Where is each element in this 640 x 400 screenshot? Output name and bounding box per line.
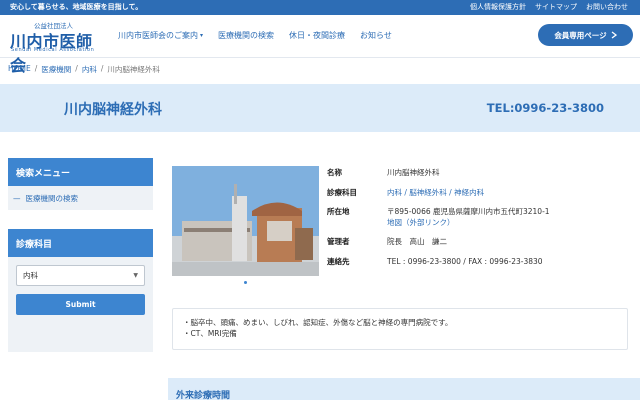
dept-box: 診療科目 内科 ▼ Submit [8,229,153,352]
note-line: ・脳卒中、頭痛、めまい、しびれ、認知症、外傷など脳と神経の専門病院です。 [183,318,453,327]
caret-down-icon: ▼ [133,272,138,279]
dept-body: 内科 ▼ Submit [8,257,153,352]
dept-select-value: 内科 [23,271,38,280]
nav-item-holiday[interactable]: 休日・夜間診療 [289,30,345,41]
info-value: 〒895-0066 鹿児島県薩摩川内市五代町3210-1 地図（外部リンク） [387,207,550,228]
info-label: 連絡先 [327,256,350,266]
info-label: 名称 [327,168,342,177]
logo-en: Sendai Medical Association [11,47,95,53]
tagline: 安心して暮らせる、地域医療を目指して。 [10,3,143,11]
info-value: 院長 高山 謙二 [387,237,447,246]
info-row-address: 所在地 〒895-0066 鹿児島県薩摩川内市五代町3210-1 地図（外部リン… [327,207,627,228]
breadcrumb-sep: / [75,64,78,73]
dept-title: 診療科目 [8,229,153,257]
info-label: 診療科目 [327,187,357,197]
info-label: 所在地 [327,207,350,216]
breadcrumb-sep: / [34,64,38,73]
caret-down-icon: ▾ [200,32,204,39]
breadcrumb-home[interactable]: HOME [8,64,31,75]
top-bar: 安心して暮らせる、地域医療を目指して。 個人情報保護方針 サイトマップ お問い合… [0,0,640,15]
search-menu-title: 検索メニュー [8,158,153,186]
sitemap-link[interactable]: サイトマップ [535,2,577,12]
notes-box: ・脳卒中、頭痛、めまい、しびれ、認知症、外傷など脳と神経の専門病院です。 ・CT… [172,308,628,350]
contact-link[interactable]: お問い合わせ [586,2,628,12]
info-row-contact: 連絡先 TEL : 0996-23-3800 / FAX : 0996-23-3… [327,257,627,268]
page-title: 川内脳神経外科 [64,102,162,118]
page-tel: TEL:0996-23-3800 [486,101,604,115]
dept-select[interactable]: 内科 ▼ [16,265,145,286]
hours-title: 外来診療時間 [176,391,231,400]
breadcrumb: HOME / 医療機関 / 内科 / 川内脳神経外科 [8,64,160,75]
nav-item-news[interactable]: お知らせ [360,30,392,41]
breadcrumb-current: 川内脳神経外科 [107,65,160,74]
breadcrumb-internal[interactable]: 内科 [82,64,97,75]
privacy-policy-link[interactable]: 個人情報保護方針 [470,2,526,12]
info-table: 名称 川内脳神経外科 診療科目 内科 / 脳神経外科 / 神経内科 所在地 〒8… [327,168,627,276]
carousel-dot[interactable] [244,281,247,284]
clinic-photo [172,166,319,276]
dash-icon: — [13,193,21,203]
global-nav: 川内市医師会のご案内 ▾ 医療機関の検索 休日・夜間診療 お知らせ [118,30,407,41]
site-logo[interactable]: 公益社団法人 川内市医師会 Sendai Medical Association [10,20,102,75]
hours-section: 外来診療時間 [168,378,640,400]
nav-item-about[interactable]: 川内市医師会のご案内 ▾ [118,30,203,41]
address-text: 〒895-0066 鹿児島県薩摩川内市五代町3210-1 [387,207,550,216]
info-label: 管理者 [327,237,350,246]
nav-item-about-label: 川内市医師会のご案内 [118,31,198,40]
search-menu-box: 検索メニュー — 医療機関の検索 [8,158,153,210]
submit-button[interactable]: Submit [16,294,145,315]
top-links: 個人情報保護方針 サイトマップ お問い合わせ [470,2,628,12]
info-row-name: 名称 川内脳神経外科 [327,168,627,179]
info-value: 川内脳神経外科 [387,168,440,177]
dept-links[interactable]: 内科 / 脳神経外科 / 神経内科 [387,188,484,197]
info-value: TEL : 0996-23-3800 / FAX : 0996-23-3830 [387,256,543,266]
info-value: 内科 / 脳神経外科 / 神経内科 [387,188,484,199]
search-menu-item[interactable]: — 医療機関の検索 [8,186,153,210]
breadcrumb-medical[interactable]: 医療機関 [41,64,71,75]
title-bar: 川内脳神経外科 TEL:0996-23-3800 [0,84,640,132]
note-line: ・CT、MRI完備 [183,329,237,339]
breadcrumb-sep: / [100,64,104,73]
header: 公益社団法人 川内市医師会 Sendai Medical Association… [0,15,640,75]
map-link[interactable]: 地図（外部リンク） [387,218,455,227]
nav-item-search[interactable]: 医療機関の検索 [218,30,274,41]
chevron-right-icon [611,31,617,39]
info-row-dept: 診療科目 内科 / 脳神経外科 / 神経内科 [327,188,627,199]
info-row-manager: 管理者 院長 高山 謙二 [327,237,627,248]
search-menu-item-label: 医療機関の検索 [25,193,79,203]
member-page-button[interactable]: 会員専用ページ [538,24,633,46]
member-page-label: 会員専用ページ [554,30,607,40]
